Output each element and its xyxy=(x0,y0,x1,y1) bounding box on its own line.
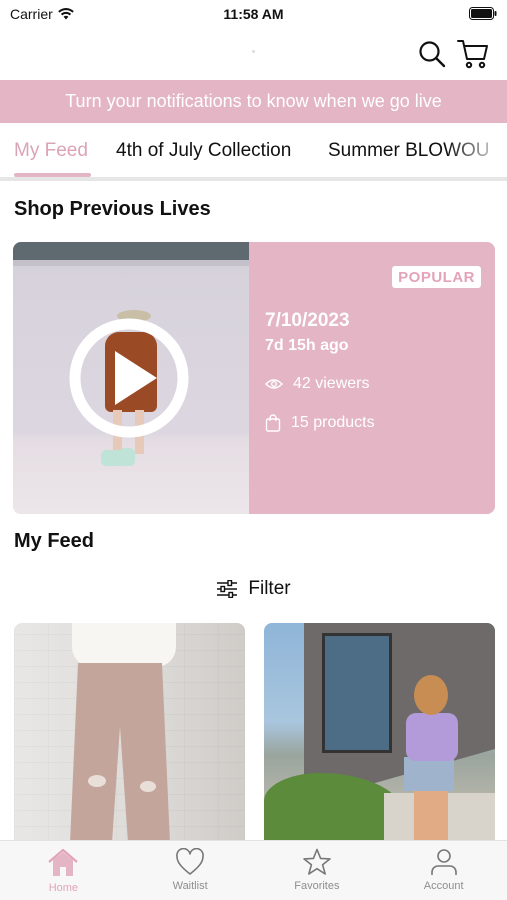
header-dot xyxy=(252,50,255,53)
previous-live-card[interactable]: POPULAR 7/10/2023 7d 15h ago 42 viewers … xyxy=(13,242,495,514)
search-button[interactable] xyxy=(416,38,448,70)
tab-favorites[interactable]: Favorites xyxy=(254,841,381,900)
live-date: 7/10/2023 xyxy=(265,310,350,331)
feed-product-card[interactable] xyxy=(264,623,495,843)
star-icon xyxy=(303,848,331,875)
tab-home[interactable]: Home xyxy=(0,841,127,900)
collection-tabs: My Feed 4th of July Collection Summer BL… xyxy=(0,123,507,180)
battery-icon xyxy=(469,7,497,25)
live-ago: 7d 15h ago xyxy=(265,337,349,354)
status-bar: Carrier 11:58 AM xyxy=(0,0,507,30)
filter-button[interactable]: Filter xyxy=(0,575,507,603)
play-button[interactable] xyxy=(69,318,189,438)
cart-icon xyxy=(457,40,488,69)
tab-home-label: Home xyxy=(48,882,79,894)
products-row: 15 products xyxy=(265,414,375,432)
live-thumbnail[interactable] xyxy=(13,242,249,514)
product-image xyxy=(72,623,176,667)
tabs-divider xyxy=(0,177,507,181)
tab-favorites-label: Favorites xyxy=(294,880,340,892)
status-time: 11:58 AM xyxy=(223,6,284,22)
tab-waitlist[interactable]: Waitlist xyxy=(127,841,254,900)
popular-badge: POPULAR xyxy=(392,266,481,288)
tab-account-label: Account xyxy=(423,880,464,892)
search-icon xyxy=(419,41,446,68)
eye-icon xyxy=(265,379,283,389)
shop-previous-lives-title: Shop Previous Lives xyxy=(14,198,211,220)
heart-icon xyxy=(176,848,204,875)
filter-label: Filter xyxy=(248,578,291,599)
bottom-tab-bar: Home Waitlist Favorites Account xyxy=(0,840,507,900)
app-header xyxy=(0,30,507,80)
play-icon xyxy=(69,318,189,438)
notification-banner[interactable]: Turn your notifications to know when we … xyxy=(0,80,507,123)
tab-my-feed[interactable]: My Feed xyxy=(14,140,88,162)
live-info: POPULAR 7/10/2023 7d 15h ago 42 viewers … xyxy=(249,242,495,514)
cart-button[interactable] xyxy=(455,36,491,72)
products-count: 15 products xyxy=(291,414,375,431)
tab-waitlist-label: Waitlist xyxy=(172,880,208,892)
person-icon xyxy=(430,849,457,875)
notification-text: Turn your notifications to know when we … xyxy=(65,91,442,111)
tabs-fade xyxy=(447,123,507,180)
tab-account[interactable]: Account xyxy=(380,841,507,900)
viewers-count: 42 viewers xyxy=(293,375,370,392)
my-feed-title: My Feed xyxy=(14,530,95,552)
viewers-row: 42 viewers xyxy=(265,375,369,393)
tab-4th-of-july[interactable]: 4th of July Collection xyxy=(116,140,291,162)
shopping-bag-icon xyxy=(265,414,281,432)
home-icon xyxy=(48,848,79,876)
feed-product-card[interactable] xyxy=(14,623,245,843)
filter-icon xyxy=(217,580,238,598)
